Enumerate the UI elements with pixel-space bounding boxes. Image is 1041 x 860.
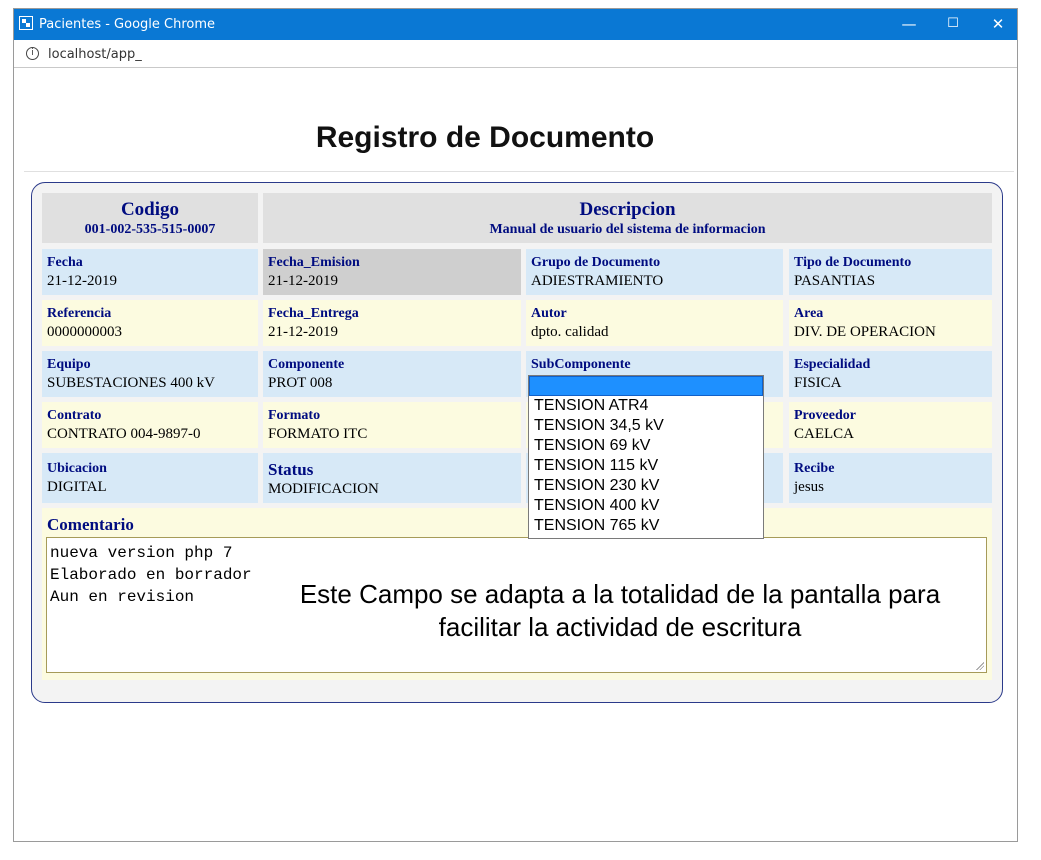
dropdown-option[interactable]: TENSION 230 kV: [529, 476, 763, 496]
ubicacion-value[interactable]: DIGITAL: [47, 479, 258, 495]
contrato-cell: Contrato CONTRATO 004-9897-0: [42, 402, 258, 448]
equipo-label: Equipo: [47, 357, 91, 372]
descripcion-value: Manual de usuario del sistema de informa…: [489, 222, 766, 237]
referencia-value[interactable]: 0000000003: [47, 324, 258, 340]
codigo-value: 001-002-535-515-0007: [84, 222, 216, 237]
app-icon: [19, 16, 33, 30]
recibe-label: Recibe: [794, 461, 835, 476]
status-value[interactable]: MODIFICACION: [268, 481, 521, 497]
autor-cell: Autor dpto. calidad: [526, 300, 783, 346]
descripcion-cell: Descripcion Manual de usuario del sistem…: [263, 193, 992, 243]
fecha-entrega-cell: Fecha_Entrega 21-12-2019: [263, 300, 521, 346]
grupo-documento-cell: Grupo de Documento ADIESTRAMIENTO: [526, 249, 783, 295]
fecha-emision-value[interactable]: 21-12-2019: [268, 273, 521, 289]
grupo-documento-value[interactable]: ADIESTRAMIENTO: [531, 273, 783, 289]
title-divider: [24, 171, 1014, 172]
annotation-line-2: facilitar la actividad de escritura: [438, 612, 802, 642]
tipo-documento-value[interactable]: PASANTIAS: [794, 273, 992, 289]
fecha-entrega-value[interactable]: 21-12-2019: [268, 324, 521, 340]
especialidad-cell: Especialidad FISICA: [789, 351, 992, 397]
tipo-documento-label: Tipo de Documento: [794, 255, 912, 270]
dropdown-option[interactable]: TENSION 115 kV: [529, 456, 763, 476]
area-cell: Area DIV. DE OPERACION: [789, 300, 992, 346]
address-bar: i localhost/app_: [14, 40, 1017, 68]
proveedor-value[interactable]: CAELCA: [794, 426, 992, 442]
ubicacion-cell: Ubicacion DIGITAL: [42, 453, 258, 503]
recibe-value[interactable]: jesus: [794, 479, 992, 495]
codigo-label: Codigo: [120, 199, 180, 220]
recibe-cell: Recibe jesus: [789, 453, 992, 503]
comentario-label: Comentario: [47, 515, 134, 534]
equipo-value[interactable]: SUBESTACIONES 400 kV: [47, 375, 258, 391]
equipo-cell: Equipo SUBESTACIONES 400 kV: [42, 351, 258, 397]
dropdown-option[interactable]: TENSION 69 kV: [529, 436, 763, 456]
tipo-documento-cell: Tipo de Documento PASANTIAS: [789, 249, 992, 295]
status-label: Status: [268, 460, 314, 479]
fecha-emision-label: Fecha_Emision: [268, 255, 360, 270]
close-button[interactable]: ✕: [987, 14, 1009, 34]
fecha-value[interactable]: 21-12-2019: [47, 273, 258, 289]
page-title: Registro de Documento: [315, 121, 655, 154]
codigo-cell: Codigo 001-002-535-515-0007: [42, 193, 258, 243]
title-bar: Pacientes - Google Chrome — ☐ ✕: [14, 9, 1017, 40]
url-text[interactable]: localhost/app_: [48, 47, 142, 62]
annotation-text: Este Campo se adapta a la totalidad de l…: [270, 578, 970, 644]
status-cell: Status MODIFICACION: [263, 453, 521, 503]
formato-label: Formato: [268, 408, 321, 423]
dropdown-option[interactable]: TENSION 400 kV: [529, 496, 763, 516]
componente-label: Componente: [268, 357, 345, 372]
proveedor-label: Proveedor: [794, 408, 856, 423]
minimize-button[interactable]: —: [898, 14, 920, 34]
subcomponente-dropdown-list[interactable]: TENSION ATR4 TENSION 34,5 kV TENSION 69 …: [528, 375, 764, 539]
dropdown-selected-option[interactable]: [529, 376, 763, 396]
formato-cell: Formato FORMATO ITC: [263, 402, 521, 448]
especialidad-label: Especialidad: [794, 357, 871, 372]
area-value[interactable]: DIV. DE OPERACION: [794, 324, 992, 340]
window-title: Pacientes - Google Chrome: [39, 17, 216, 32]
resize-grip-icon[interactable]: [976, 662, 984, 670]
area-label: Area: [794, 306, 824, 321]
fecha-cell: Fecha 21-12-2019: [42, 249, 258, 295]
info-icon[interactable]: i: [26, 47, 39, 60]
dropdown-option[interactable]: TENSION 34,5 kV: [529, 416, 763, 436]
dropdown-option[interactable]: TENSION 765 kV: [529, 516, 763, 536]
especialidad-value[interactable]: FISICA: [794, 375, 992, 391]
contrato-value[interactable]: CONTRATO 004-9897-0: [47, 426, 258, 442]
fecha-emision-cell[interactable]: Fecha_Emision 21-12-2019: [263, 249, 521, 295]
descripcion-label: Descripcion: [579, 199, 676, 220]
proveedor-cell: Proveedor CAELCA: [789, 402, 992, 448]
autor-label: Autor: [531, 306, 567, 321]
formato-value[interactable]: FORMATO ITC: [268, 426, 521, 442]
annotation-line-1: Este Campo se adapta a la totalidad de l…: [299, 579, 941, 609]
fecha-entrega-label: Fecha_Entrega: [268, 306, 359, 321]
maximize-button[interactable]: ☐: [942, 14, 964, 34]
fecha-label: Fecha: [47, 255, 83, 270]
ubicacion-label: Ubicacion: [47, 461, 107, 476]
dropdown-option[interactable]: TENSION ATR4: [529, 396, 763, 416]
referencia-label: Referencia: [47, 306, 112, 321]
grupo-documento-label: Grupo de Documento: [531, 255, 661, 270]
referencia-cell: Referencia 0000000003: [42, 300, 258, 346]
subcomponente-label: SubComponente: [531, 357, 631, 372]
componente-cell: Componente PROT 008: [263, 351, 521, 397]
componente-value[interactable]: PROT 008: [268, 375, 521, 391]
contrato-label: Contrato: [47, 408, 102, 423]
autor-value[interactable]: dpto. calidad: [531, 324, 783, 340]
